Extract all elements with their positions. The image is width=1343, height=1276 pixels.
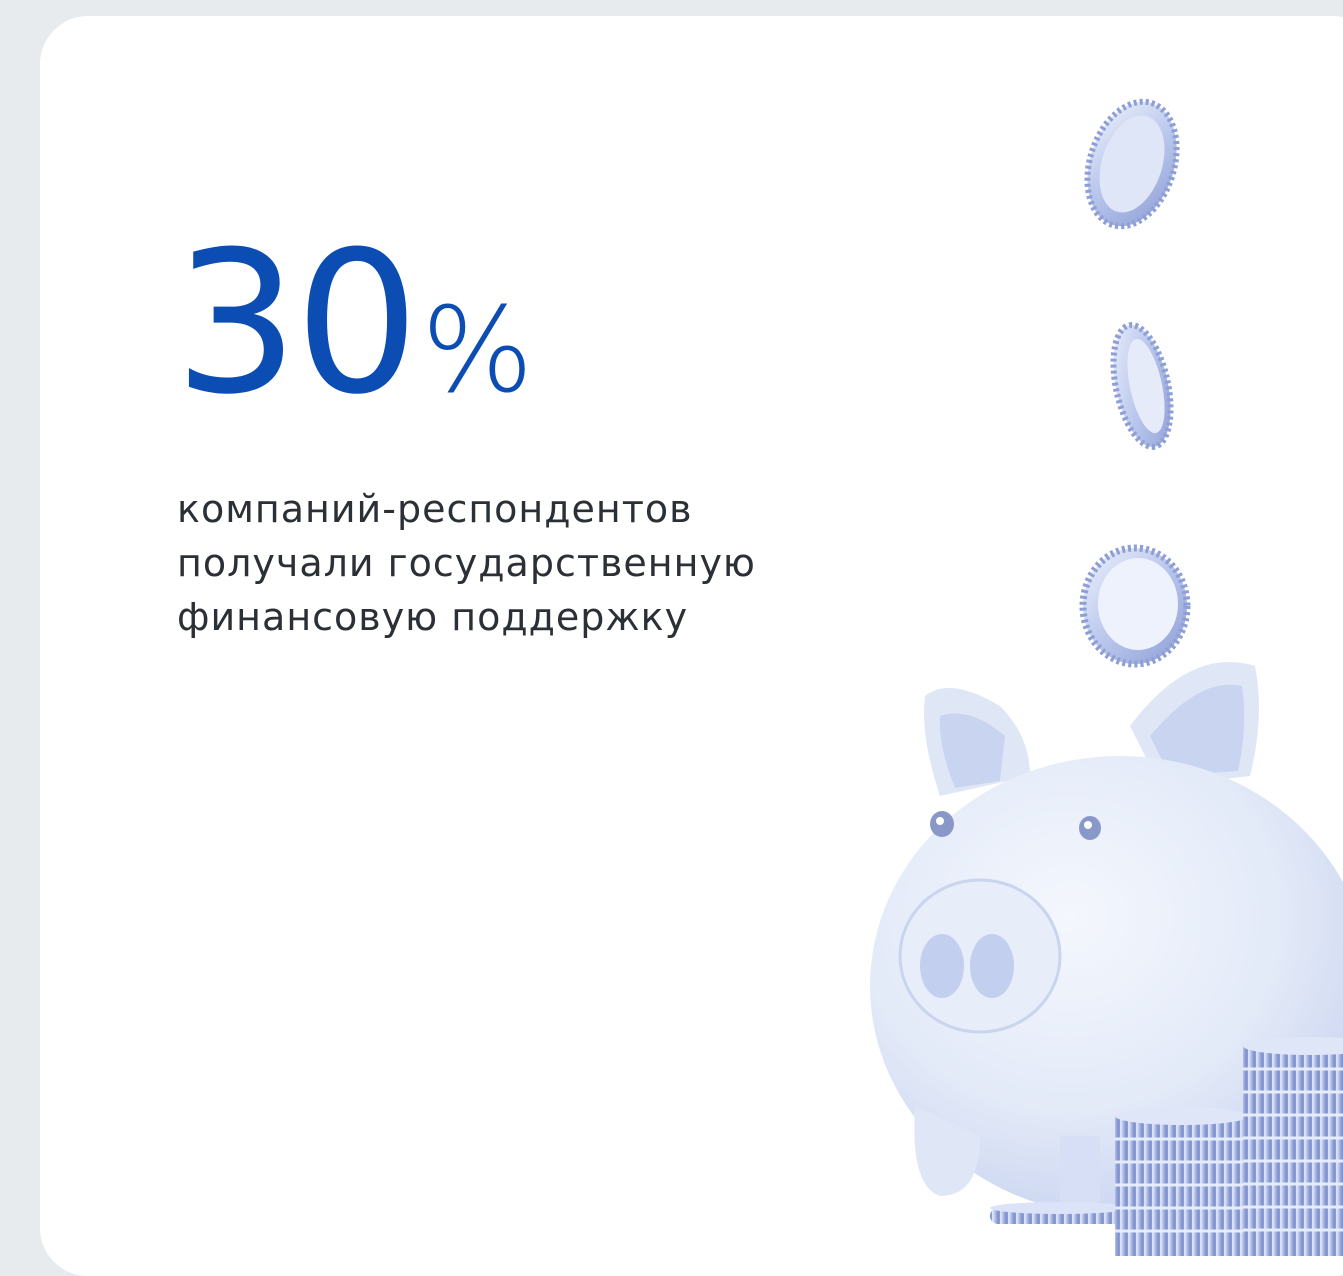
coin-icon: [1110, 322, 1174, 450]
stat-description: компаний-респондентов получали государст…: [177, 482, 877, 644]
stat-number: 30: [174, 210, 419, 438]
description-line-3: финансовую поддержку: [177, 595, 689, 639]
piggy-bank-icon: [870, 98, 1343, 1256]
stat-card: 30 % компаний-респондентов получали госу…: [40, 16, 1343, 1276]
coin-stack-icon: [1115, 1107, 1250, 1256]
coin-stack-icon: [1243, 1037, 1343, 1256]
stat-percent-sign: %: [421, 281, 533, 419]
stat-value: 30 %: [174, 210, 534, 438]
description-line-1: компаний-респондентов: [177, 487, 693, 531]
coin-icon: [1079, 544, 1191, 668]
description-line-2: получали государственную: [177, 541, 756, 585]
coin-icon: [1084, 98, 1180, 230]
coin-stack-icon: [990, 1202, 1130, 1224]
